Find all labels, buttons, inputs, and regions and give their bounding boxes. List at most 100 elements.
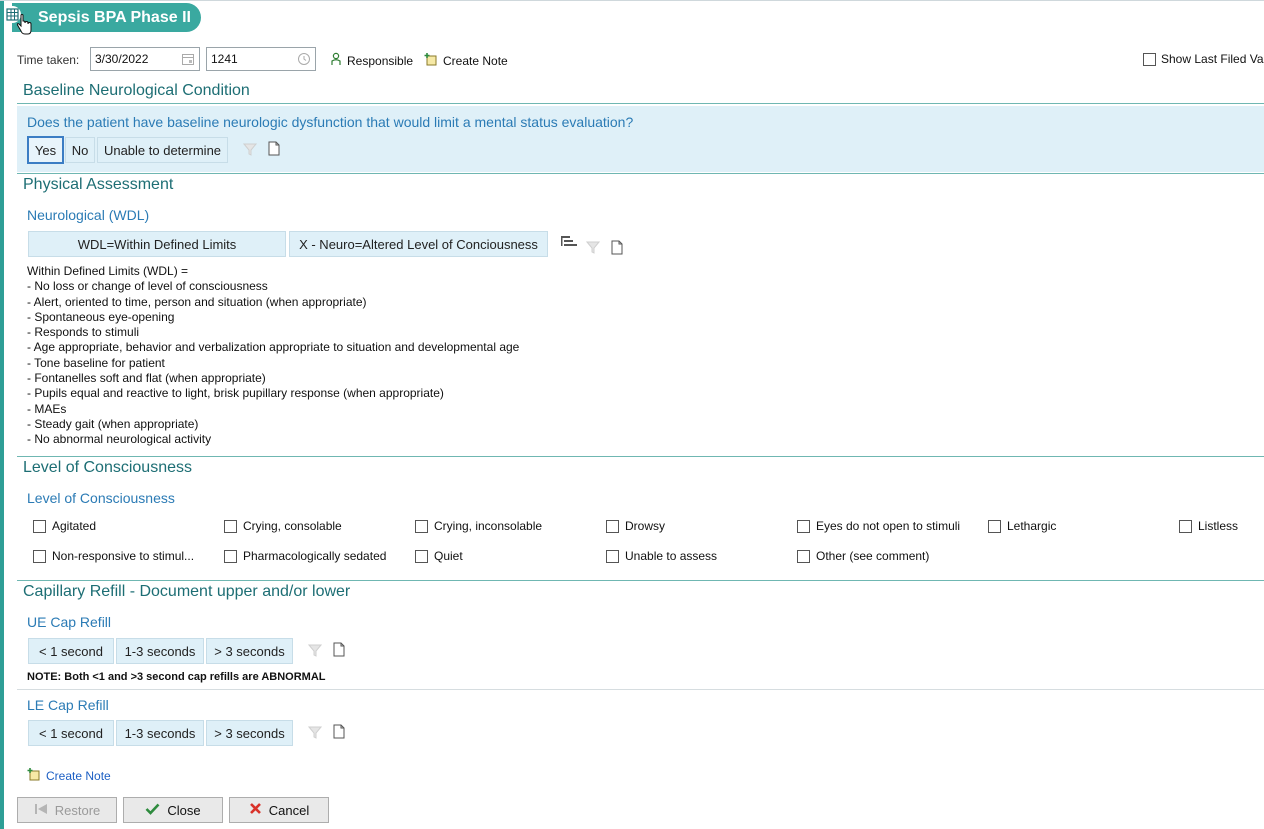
ue-option-greater-3[interactable]: > 3 seconds: [206, 638, 293, 664]
wdl-line: - No abnormal neurological activity: [27, 432, 212, 447]
option-label: 1-3 seconds: [124, 725, 196, 741]
checkbox-box[interactable]: [1143, 52, 1156, 66]
time-value: 1241: [211, 52, 238, 66]
responsible-button[interactable]: Responsible: [330, 52, 413, 69]
form-title-tab[interactable]: Sepsis BPA Phase II: [12, 3, 201, 32]
section-divider: [17, 456, 1264, 457]
wdl-line: - Fontanelles soft and flat (when approp…: [27, 371, 266, 386]
filter-icon[interactable]: [242, 142, 258, 159]
close-label: Close: [167, 802, 201, 818]
checkbox-crying-inconsolable[interactable]: Crying, inconsolable: [415, 519, 542, 533]
wdl-line: - Spontaneous eye-opening: [27, 309, 175, 324]
section-title-physical: Physical Assessment: [23, 176, 174, 193]
checkbox-box[interactable]: [224, 519, 237, 533]
neurological-wdl-title: Neurological (WDL): [27, 207, 150, 223]
wdl-line: - Steady gait (when appropriate): [27, 416, 199, 431]
le-option-greater-3[interactable]: > 3 seconds: [206, 720, 293, 746]
option-altered-loc[interactable]: X - Neuro=Altered Level of Conciousness: [289, 231, 548, 257]
checkbox-box[interactable]: [797, 519, 810, 533]
comment-icon[interactable]: [611, 240, 623, 258]
filter-icon[interactable]: [307, 643, 323, 660]
ue-cap-refill-title: UE Cap Refill: [27, 614, 112, 630]
wdl-definition-text: Within Defined Limits (WDL) = - No loss …: [27, 264, 519, 448]
new-note-icon: [27, 767, 41, 784]
cancel-label: Cancel: [268, 802, 310, 818]
option-label: No: [71, 142, 89, 158]
option-label: 1-3 seconds: [124, 643, 196, 659]
checkbox-box[interactable]: [1179, 519, 1192, 533]
footer-create-note-link[interactable]: Create Note: [27, 767, 111, 784]
checkbox-label: Drowsy: [625, 519, 666, 533]
checkbox-non-responsive[interactable]: Non-responsive to stimul...: [33, 549, 194, 563]
person-icon: [330, 52, 342, 69]
checkbox-label: Non-responsive to stimul...: [52, 549, 195, 563]
checkbox-eyes-do-not-open[interactable]: Eyes do not open to stimuli: [797, 519, 960, 533]
section-title-cap-refill: Capillary Refill - Document upper and/or…: [23, 583, 351, 600]
ue-option-less-1[interactable]: < 1 second: [28, 638, 114, 664]
option-label: Yes: [34, 142, 57, 158]
restore-button[interactable]: Restore: [17, 797, 117, 823]
cap-refill-note: NOTE: Both <1 and >3 second cap refills …: [27, 671, 326, 683]
option-wdl[interactable]: WDL=Within Defined Limits: [28, 231, 286, 257]
filter-icon[interactable]: [307, 725, 323, 742]
calendar-icon[interactable]: [181, 52, 195, 69]
date-field[interactable]: 3/30/2022: [90, 47, 200, 71]
restore-label: Restore: [54, 802, 101, 818]
option-label: < 1 second: [39, 643, 103, 659]
checkbox-box[interactable]: [988, 519, 1001, 533]
wdl-line: - Pupils equal and reactive to light, br…: [27, 386, 444, 401]
checkbox-lethargic[interactable]: Lethargic: [988, 519, 1056, 533]
checkbox-label: Unable to assess: [625, 549, 718, 563]
create-note-label: Create Note: [443, 53, 508, 68]
checkbox-label: Eyes do not open to stimuli: [816, 519, 961, 533]
comment-icon[interactable]: [268, 141, 280, 159]
checkbox-box[interactable]: [33, 519, 46, 533]
option-yes[interactable]: Yes: [27, 136, 64, 164]
checkbox-box[interactable]: [606, 549, 619, 563]
checkbox-label: Other (see comment): [816, 549, 930, 563]
option-label: X - Neuro=Altered Level of Conciousness: [299, 236, 538, 252]
checkbox-box[interactable]: [224, 549, 237, 563]
create-note-button[interactable]: Create Note: [424, 52, 508, 69]
date-value: 3/30/2022: [95, 52, 149, 66]
comment-icon[interactable]: [333, 724, 345, 742]
checkbox-label: Listless: [1198, 519, 1239, 533]
show-last-filed-checkbox[interactable]: Show Last Filed Va: [1143, 52, 1264, 66]
left-accent-bar: [0, 0, 4, 829]
checkbox-pharm-sedated[interactable]: Pharmacologically sedated: [224, 549, 386, 563]
checkbox-agitated[interactable]: Agitated: [33, 519, 96, 533]
checkbox-unable-to-assess[interactable]: Unable to assess: [606, 549, 717, 563]
cancel-button[interactable]: Cancel: [229, 797, 329, 823]
checkbox-box[interactable]: [797, 549, 810, 563]
le-cap-refill-title: LE Cap Refill: [27, 697, 109, 713]
option-no[interactable]: No: [65, 137, 95, 163]
checkbox-box[interactable]: [415, 549, 428, 563]
wdl-line: - Responds to stimuli: [27, 325, 140, 340]
form-title: Sepsis BPA Phase II: [38, 8, 191, 26]
checkbox-label: Crying, inconsolable: [434, 519, 543, 533]
wdl-line: - Tone baseline for patient: [27, 355, 165, 370]
time-taken-label: Time taken:: [17, 53, 80, 67]
checkbox-other[interactable]: Other (see comment): [797, 549, 929, 563]
baseline-question: Does the patient have baseline neurologi…: [27, 114, 634, 130]
time-field[interactable]: 1241: [206, 47, 316, 71]
checkbox-box[interactable]: [33, 549, 46, 563]
le-option-less-1[interactable]: < 1 second: [28, 720, 114, 746]
checkbox-crying-consolable[interactable]: Crying, consolable: [224, 519, 342, 533]
checkbox-listless[interactable]: Listless: [1179, 519, 1238, 533]
le-option-1-3[interactable]: 1-3 seconds: [116, 720, 204, 746]
comment-icon[interactable]: [333, 642, 345, 660]
details-list-icon[interactable]: [560, 235, 578, 252]
checkbox-box[interactable]: [415, 519, 428, 533]
loc-subtitle: Level of Consciousness: [27, 490, 175, 506]
checkbox-box[interactable]: [606, 519, 619, 533]
close-button[interactable]: Close: [123, 797, 223, 823]
checkbox-drowsy[interactable]: Drowsy: [606, 519, 665, 533]
ue-option-1-3[interactable]: 1-3 seconds: [116, 638, 204, 664]
checkbox-quiet[interactable]: Quiet: [415, 549, 463, 563]
option-unable-to-determine[interactable]: Unable to determine: [97, 137, 228, 163]
x-icon: [249, 802, 262, 818]
filter-icon[interactable]: [585, 240, 601, 257]
option-label: > 3 seconds: [214, 725, 285, 741]
clock-icon[interactable]: [297, 52, 311, 69]
